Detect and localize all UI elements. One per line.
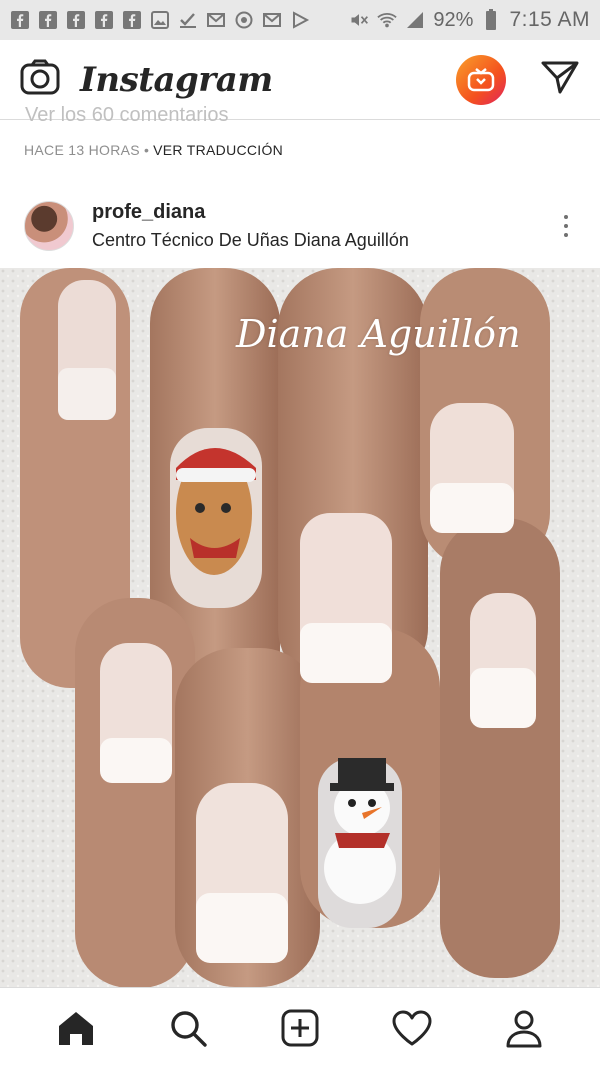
gallery-icon — [150, 10, 170, 30]
facebook-icon — [94, 10, 114, 30]
signal-icon — [405, 10, 425, 30]
mail-icon — [206, 10, 226, 30]
facebook-icon — [122, 10, 142, 30]
notification-icons — [10, 10, 310, 30]
time-ago: HACE 13 HORAS — [24, 142, 140, 158]
status-bar: 92% 7:15 AM — [0, 0, 600, 40]
see-translation-link[interactable]: VER TRADUCCIÓN — [153, 142, 283, 158]
mute-icon — [349, 10, 369, 30]
separator: • — [143, 142, 150, 158]
avatar[interactable] — [24, 201, 74, 251]
post-location[interactable]: Centro Técnico De Uñas Diana Aguillón — [92, 230, 409, 251]
check-icon — [178, 10, 198, 30]
battery-percent: 92% — [433, 8, 474, 31]
igtv-icon[interactable] — [456, 54, 506, 105]
more-options-icon[interactable] — [556, 215, 576, 237]
facebook-icon — [10, 10, 30, 30]
search-icon[interactable] — [163, 1003, 213, 1053]
direct-message-icon[interactable] — [540, 59, 580, 100]
post-timestamp: HACE 13 HORAS • VER TRADUCCIÓN — [24, 142, 283, 158]
battery-icon — [481, 9, 501, 30]
play-icon — [290, 10, 310, 30]
new-post-icon[interactable] — [275, 1003, 325, 1053]
facebook-icon — [38, 10, 58, 30]
post-header: profe_diana Centro Técnico De Uñas Diana… — [0, 188, 600, 264]
bottom-nav — [0, 987, 600, 1067]
view-comments-link[interactable]: Ver los 60 comentarios — [25, 104, 228, 127]
system-indicators: 92% 7:15 AM — [349, 8, 590, 32]
gmail-icon — [262, 10, 282, 30]
home-icon[interactable] — [51, 1003, 101, 1053]
facebook-icon — [66, 10, 86, 30]
photo-watermark: Diana Aguillón — [236, 312, 521, 356]
instagram-logo[interactable]: Instagram — [80, 60, 273, 100]
sync-icon — [234, 10, 254, 30]
wifi-icon — [377, 10, 398, 30]
activity-icon[interactable] — [387, 1003, 437, 1053]
profile-icon[interactable] — [499, 1003, 549, 1053]
post-username[interactable]: profe_diana — [92, 201, 409, 224]
post-image[interactable]: Diana Aguillón — [0, 268, 600, 987]
clock: 7:15 AM — [509, 8, 590, 31]
camera-icon[interactable] — [20, 59, 60, 100]
